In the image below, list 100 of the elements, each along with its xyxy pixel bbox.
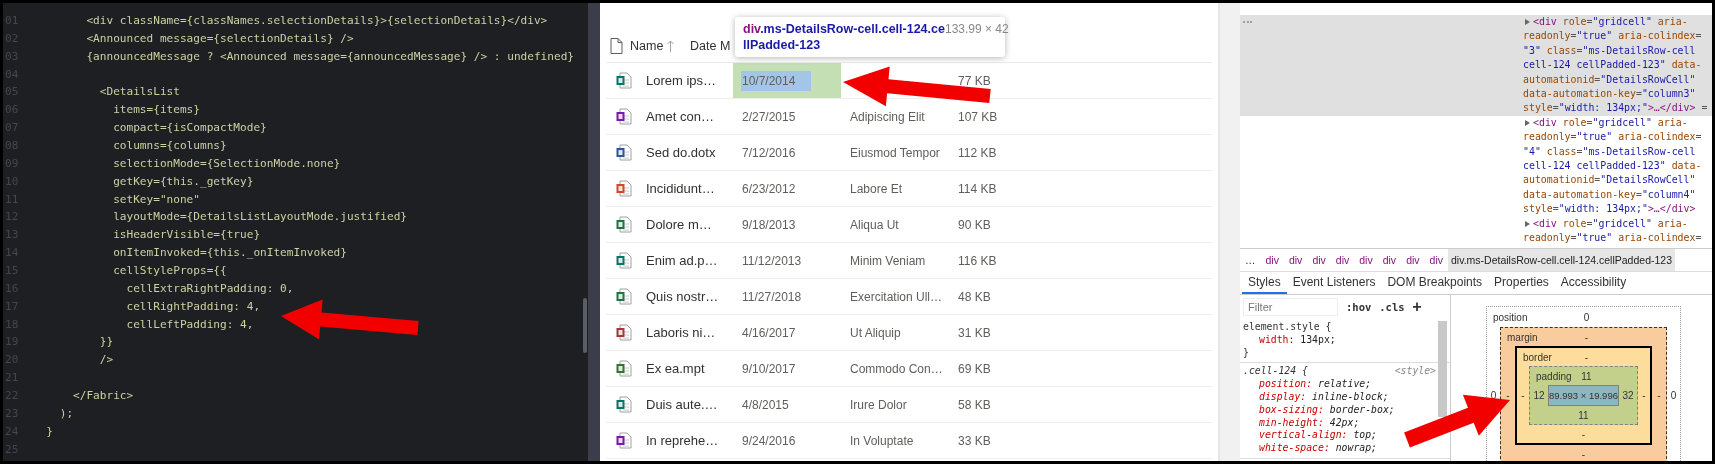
scrollbar-thumb[interactable] xyxy=(583,298,587,353)
code-line: </Fabric> xyxy=(72,388,135,405)
box-value: - xyxy=(1506,390,1510,401)
box-label: margin xyxy=(1507,331,1539,343)
code-line: } xyxy=(45,423,55,440)
code-line: layoutMode={DetailsListLayoutMode.justified} xyxy=(112,209,409,226)
breadcrumb[interactable]: div xyxy=(1401,249,1425,271)
column-header[interactable]: Name xyxy=(630,39,664,53)
box-label: position xyxy=(1493,311,1529,323)
name-cell-text: Enim ad.p… xyxy=(646,253,719,268)
markup-line: data-automation-key="column3" xyxy=(1523,87,1696,102)
size-cell-text: 114 KB xyxy=(957,181,998,196)
panel-tab[interactable]: Accessibility xyxy=(1554,272,1633,294)
breadcrumb[interactable]: div xyxy=(1354,249,1378,271)
box-value: - xyxy=(1657,390,1661,401)
table-cell-text: Adipiscing Elit xyxy=(849,109,926,124)
tooltip-size: 133.99 × 42 xyxy=(944,21,1009,38)
box-value: 11 xyxy=(1578,409,1589,421)
box-value: - xyxy=(1581,428,1586,440)
expand-icon[interactable] xyxy=(1525,220,1530,227)
date-cell-text: 4/8/2015 xyxy=(741,396,790,414)
hov-button[interactable]: :hov xyxy=(1346,301,1372,313)
date-cell-text: 7/12/2016 xyxy=(741,144,797,162)
markup-line: automationid="DetailsRowCell" xyxy=(1523,173,1696,188)
markup-line: readonly="true" aria-colindex= xyxy=(1523,29,1702,44)
expand-icon[interactable] xyxy=(1525,120,1530,127)
breadcrumb[interactable]: div xyxy=(1307,249,1331,271)
size-cell-text: 107 KB xyxy=(957,109,999,124)
code-line: cellRightPadding: 4, xyxy=(125,298,262,315)
cls-button[interactable]: .cls xyxy=(1379,301,1405,313)
breadcrumb[interactable]: div xyxy=(1283,249,1308,271)
size-cell-text: 33 KB xyxy=(957,433,992,448)
panel-tab[interactable]: Event Listeners xyxy=(1286,272,1382,294)
style-declaration: position: relative; xyxy=(1258,378,1373,391)
markup-line: style="width: 134px;">…</div> xyxy=(1523,202,1696,217)
code-line: cellLeftPadding: 4, xyxy=(125,316,255,333)
table-cell-text: Eiusmod Tempor xyxy=(849,145,941,160)
size-cell-text: 116 KB xyxy=(957,253,998,268)
markup-line: "3" class="ms-DetailsRow-cell xyxy=(1523,43,1696,58)
style-source[interactable]: <style> xyxy=(1394,365,1436,379)
name-cell-text: Sed do.dotx xyxy=(646,145,717,160)
breadcrumb[interactable]: div xyxy=(1424,249,1448,271)
code-line: /> xyxy=(98,352,115,369)
name-cell-text: Amet con… xyxy=(646,109,715,124)
markup-line: readonly="true" aria-colindex= xyxy=(1523,231,1702,246)
breadcrumb[interactable]: div.ms-DetailsRow-cell.cell-124.cellPadded-123 xyxy=(1448,249,1675,271)
sort-up-icon xyxy=(667,40,675,52)
table-cell-text: Aliqua Ut xyxy=(849,217,900,232)
table-cell-text: Ut Aliquip xyxy=(849,325,902,340)
panel-tab[interactable]: Properties xyxy=(1488,272,1555,294)
name-cell-text: In reprehe… xyxy=(646,433,720,448)
table-cell-text: Commodo Con… xyxy=(849,361,944,376)
name-cell-text: Dolore m… xyxy=(646,217,713,232)
box-label: padding xyxy=(1536,370,1573,382)
name-cell-text: Quis nostr… xyxy=(646,289,720,304)
box-label: border xyxy=(1523,351,1553,363)
filter-field[interactable]: Filter xyxy=(1243,298,1338,316)
rule-selector: element.style { xyxy=(1243,321,1332,334)
date-cell-text: 9/24/2016 xyxy=(741,432,797,450)
markup-line: <div role="gridcell" aria- xyxy=(1533,115,1688,130)
box-value: - xyxy=(1584,351,1589,363)
code-line: items={items} xyxy=(112,102,201,119)
breadcrumb[interactable]: div xyxy=(1260,249,1284,271)
breadcrumb[interactable]: div xyxy=(1377,249,1402,271)
code-line: getKey={this._getKey} xyxy=(112,173,255,190)
size-cell-text: 48 KB xyxy=(957,289,992,304)
rule-selector: .cell-124 { xyxy=(1243,365,1308,379)
code-line: setKey="none" xyxy=(112,191,201,208)
code-line: onItemInvoked={this._onItemInvoked} xyxy=(112,245,348,262)
code-line: }} xyxy=(98,334,115,351)
style-declaration: white-space: nowrap; xyxy=(1258,442,1378,455)
breadcrumb[interactable]: div xyxy=(1330,249,1355,271)
table-cell-text: Labore Et xyxy=(849,181,904,196)
tooltip-selector: div.ms-DetailsRow-cell.cell-124.ce llPadded-123 xyxy=(743,21,945,53)
box-value: - xyxy=(1581,448,1586,460)
date-cell-text: 9/18/2013 xyxy=(741,216,797,234)
code-line: isHeaderVisible={true} xyxy=(112,227,262,244)
breadcrumb[interactable]: … xyxy=(1240,249,1261,271)
date-cell: 10/7/2014 xyxy=(733,63,841,98)
box-value: - xyxy=(1642,390,1646,401)
code-line: <DetailsList xyxy=(98,84,181,101)
table-cell-text: Exercitation Ull… xyxy=(849,289,944,304)
dom-node[interactable] xyxy=(1240,15,1712,116)
box-value: 11 xyxy=(1581,370,1592,382)
name-cell-text: Duis aute.… xyxy=(646,397,719,412)
box-value: 0 xyxy=(1583,311,1590,323)
markup-line: data-automation-key="column4" xyxy=(1523,187,1696,202)
style-declaration: vertical-align: top; xyxy=(1258,429,1378,443)
box-value: - xyxy=(1584,331,1589,343)
name-cell-text: Incididunt… xyxy=(646,181,716,196)
name-cell-text: Ex ea.mpt xyxy=(646,361,706,376)
add-rule-button[interactable]: + xyxy=(1412,299,1422,315)
scrollbar-thumb[interactable] xyxy=(1438,321,1447,417)
rule-brace: } xyxy=(1243,346,1250,360)
date-cell-text: 11/27/2018 xyxy=(741,288,803,306)
expand-icon[interactable] xyxy=(1525,19,1530,26)
markup-line: "4" class="ms-DetailsRow-cell xyxy=(1523,144,1696,159)
panel-tab[interactable]: DOM Breakpoints xyxy=(1381,272,1489,294)
size-cell-text: 90 KB xyxy=(957,217,992,232)
markup-line: style="width: 134px;">…</div> = xyxy=(1523,101,1708,116)
